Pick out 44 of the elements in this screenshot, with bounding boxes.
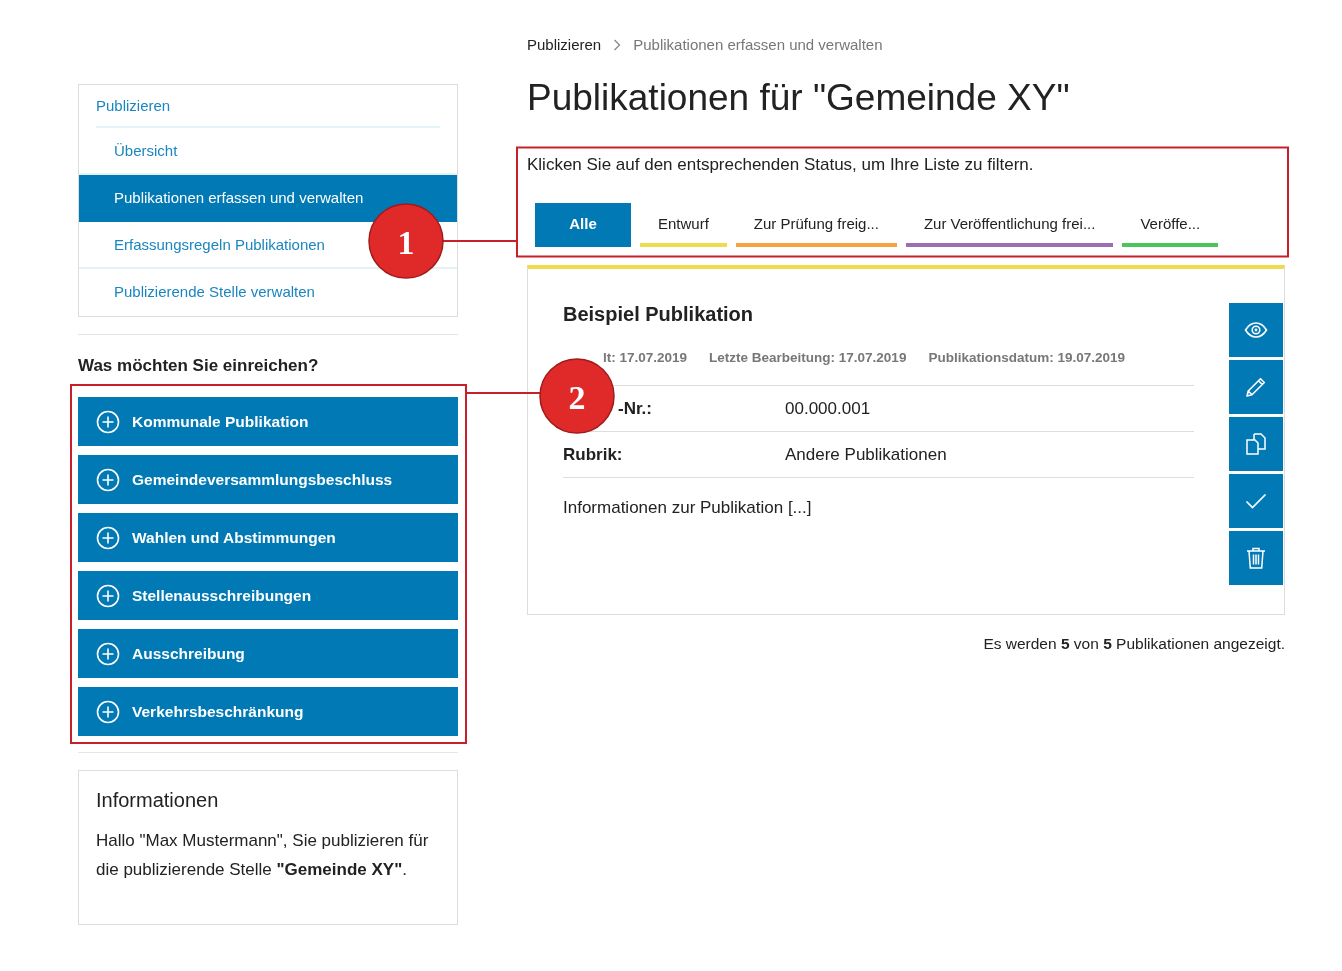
status-tab[interactable]: Alle [535,203,631,247]
view-button[interactable] [1229,303,1283,357]
add-button[interactable]: Verkehrsbeschränkung [78,687,458,736]
add-button[interactable]: Stellenausschreibungen [78,571,458,620]
copy-icon [1244,432,1268,456]
plus-circle-icon [96,583,120,608]
field-label: -Nr.: [618,398,652,419]
meta-text: Letzte Bearbeitung: 17.07.2019 [709,350,907,365]
plus-circle-icon [96,641,120,666]
field-value: 00.000.001 [785,398,872,419]
status-tab[interactable]: Zur Prüfung freig... [735,203,897,247]
nav-link[interactable]: Publizieren [96,85,440,128]
delete-button[interactable] [1229,531,1283,585]
add-button[interactable]: Wahlen und Abstimmungen [78,513,458,562]
status-tab[interactable]: Zur Veröffentlichung frei... [905,203,1114,247]
plus-circle-icon [96,699,120,724]
copy-button[interactable] [1229,417,1283,471]
publication-description: Informationen zur Publikation [...] [563,498,813,518]
meta-text: Publikationsdatum: 19.07.2019 [928,350,1125,365]
page-title: Publikationen für "Gemeinde XY" [527,77,1071,119]
section-heading: Was möchten Sie einreichen? [78,356,320,376]
results-summary: Es werden 5 von 5 Publikationen angezeigt. [982,635,1285,653]
status-tab[interactable]: Veröffe... [1122,203,1219,247]
plus-circle-icon [96,467,120,492]
trash-icon [1244,546,1268,570]
breadcrumb-link[interactable]: Publikationen erfassen und verwalten [633,36,883,53]
info-text: Hallo "Max Mustermann", Sie publizieren für die publizierende Stelle "Gemeinde XY". [96,830,430,881]
add-button[interactable]: Gemeindeversammlungsbeschluss [78,455,458,504]
add-button[interactable]: Ausschreibung [78,629,458,678]
publication-title: Beispiel Publikation [563,303,755,326]
status-tab[interactable]: Entwurf [640,203,727,247]
field-value: Andere Publikationen [785,444,948,465]
plus-circle-icon [96,525,120,550]
breadcrumb-link[interactable]: Publizieren [527,36,602,53]
pencil-icon [1244,375,1268,399]
nav-item[interactable]: Publikationen erfassen und verwalten [79,175,457,222]
info-title: Informationen [96,789,220,812]
field-label: Rubrik: [563,444,623,465]
annotation-badge: 1 [368,203,444,279]
filter-hint: Klicken Sie auf den entsprechenden Status, um Ihre Liste zu filtern. [527,155,1035,175]
chevron-right-icon [613,38,622,51]
add-button[interactable]: Kommunale Publikation [78,397,458,446]
edit-button[interactable] [1229,360,1283,414]
plus-circle-icon [96,409,120,434]
